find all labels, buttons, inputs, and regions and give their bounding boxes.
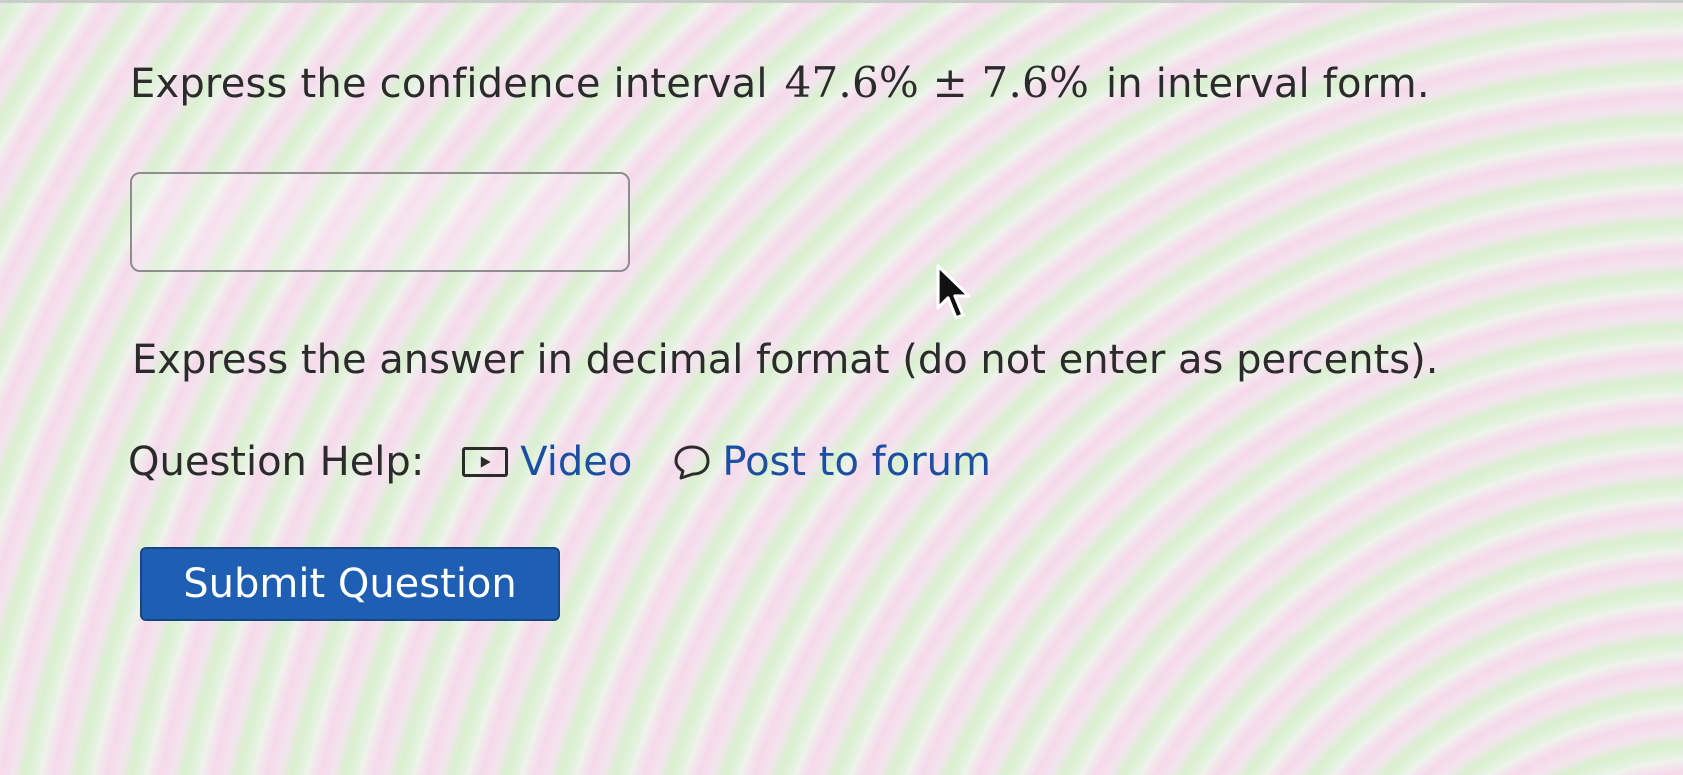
question-help-row: Question Help: Video Post to forum: [128, 432, 991, 492]
post-to-forum-link[interactable]: Post to forum: [632, 439, 991, 485]
video-link[interactable]: Video: [462, 439, 632, 485]
question-interval: 47.6% ± 7.6%: [785, 58, 1089, 107]
question-prompt: Express the confidence interval 47.6% ± …: [130, 58, 1430, 107]
question-prefix: Express the confidence interval: [130, 61, 768, 107]
interval-margin: 7.6%: [981, 58, 1090, 107]
plus-minus-sign: ±: [932, 58, 968, 107]
screen-top-border: [0, 0, 1683, 3]
question-help-label: Question Help:: [128, 439, 425, 485]
speech-bubble-icon: [674, 445, 710, 480]
answer-input[interactable]: [130, 172, 630, 272]
video-play-icon: [462, 447, 509, 477]
mouse-pointer-icon: [936, 264, 971, 320]
answer-instruction: Express the answer in decimal format (do…: [132, 337, 1439, 383]
question-suffix: in interval form.: [1105, 61, 1430, 107]
post-to-forum-label: Post to forum: [722, 439, 991, 485]
video-link-label: Video: [520, 439, 633, 485]
submit-question-button[interactable]: Submit Question: [140, 547, 560, 621]
interval-center: 47.6%: [784, 58, 920, 107]
